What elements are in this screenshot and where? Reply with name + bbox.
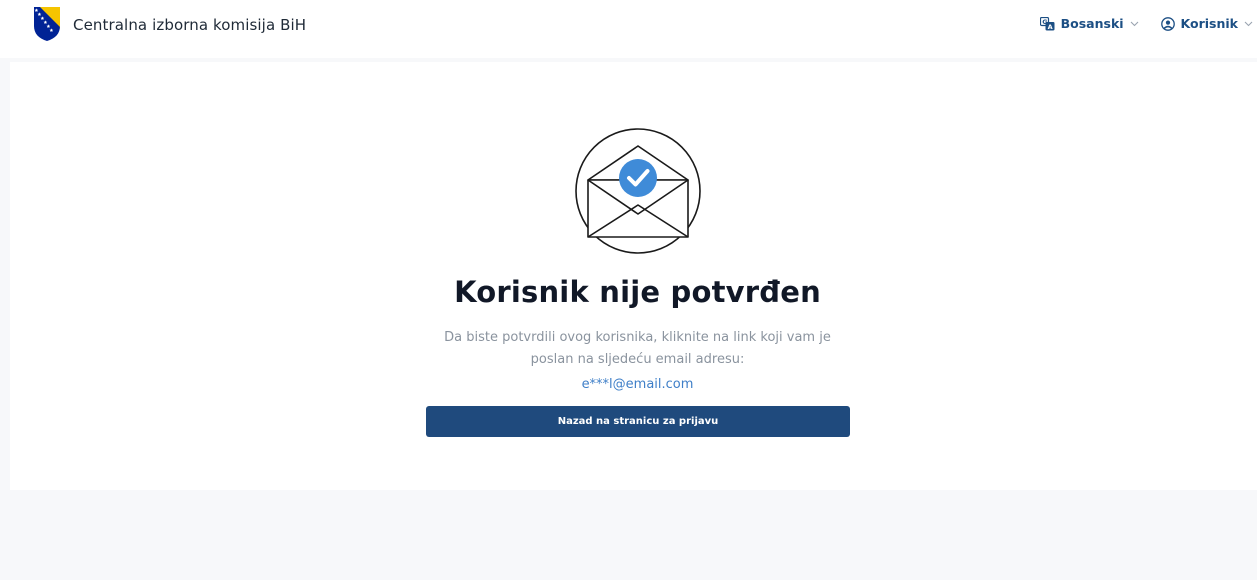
- language-label: Bosanski: [1060, 16, 1124, 31]
- instructions-text: Da biste potvrdili ovog korisnika, klikn…: [444, 330, 831, 367]
- brand[interactable]: Centralna izborna komisija BiH: [33, 6, 306, 42]
- chevron-down-icon: [1130, 21, 1138, 26]
- bih-coat-of-arms-logo: [34, 7, 60, 41]
- user-menu[interactable]: Korisnik: [1160, 16, 1253, 31]
- user-circle-icon: [1160, 16, 1175, 31]
- top-navigation-bar: Centralna izborna komisija BiH G A Bosan…: [0, 0, 1257, 58]
- verification-card: Korisnik nije potvrđen Da biste potvrdil…: [10, 62, 1257, 490]
- top-nav-actions: G A Bosanski Korisnik: [1039, 16, 1257, 31]
- envelope-check-icon: [575, 128, 701, 254]
- language-selector[interactable]: G A Bosanski: [1039, 16, 1139, 31]
- translate-icon: G A: [1039, 16, 1055, 31]
- chevron-down-icon: [1244, 21, 1253, 26]
- site-title: Centralna izborna komisija BiH: [73, 16, 307, 34]
- email-address: e***l@email.com: [581, 377, 694, 392]
- back-to-login-button[interactable]: Nazad na stranicu za prijavu: [426, 406, 850, 437]
- page-title: Korisnik nije potvrđen: [454, 275, 821, 309]
- svg-text:A: A: [1047, 23, 1052, 31]
- user-label: Korisnik: [1180, 16, 1238, 31]
